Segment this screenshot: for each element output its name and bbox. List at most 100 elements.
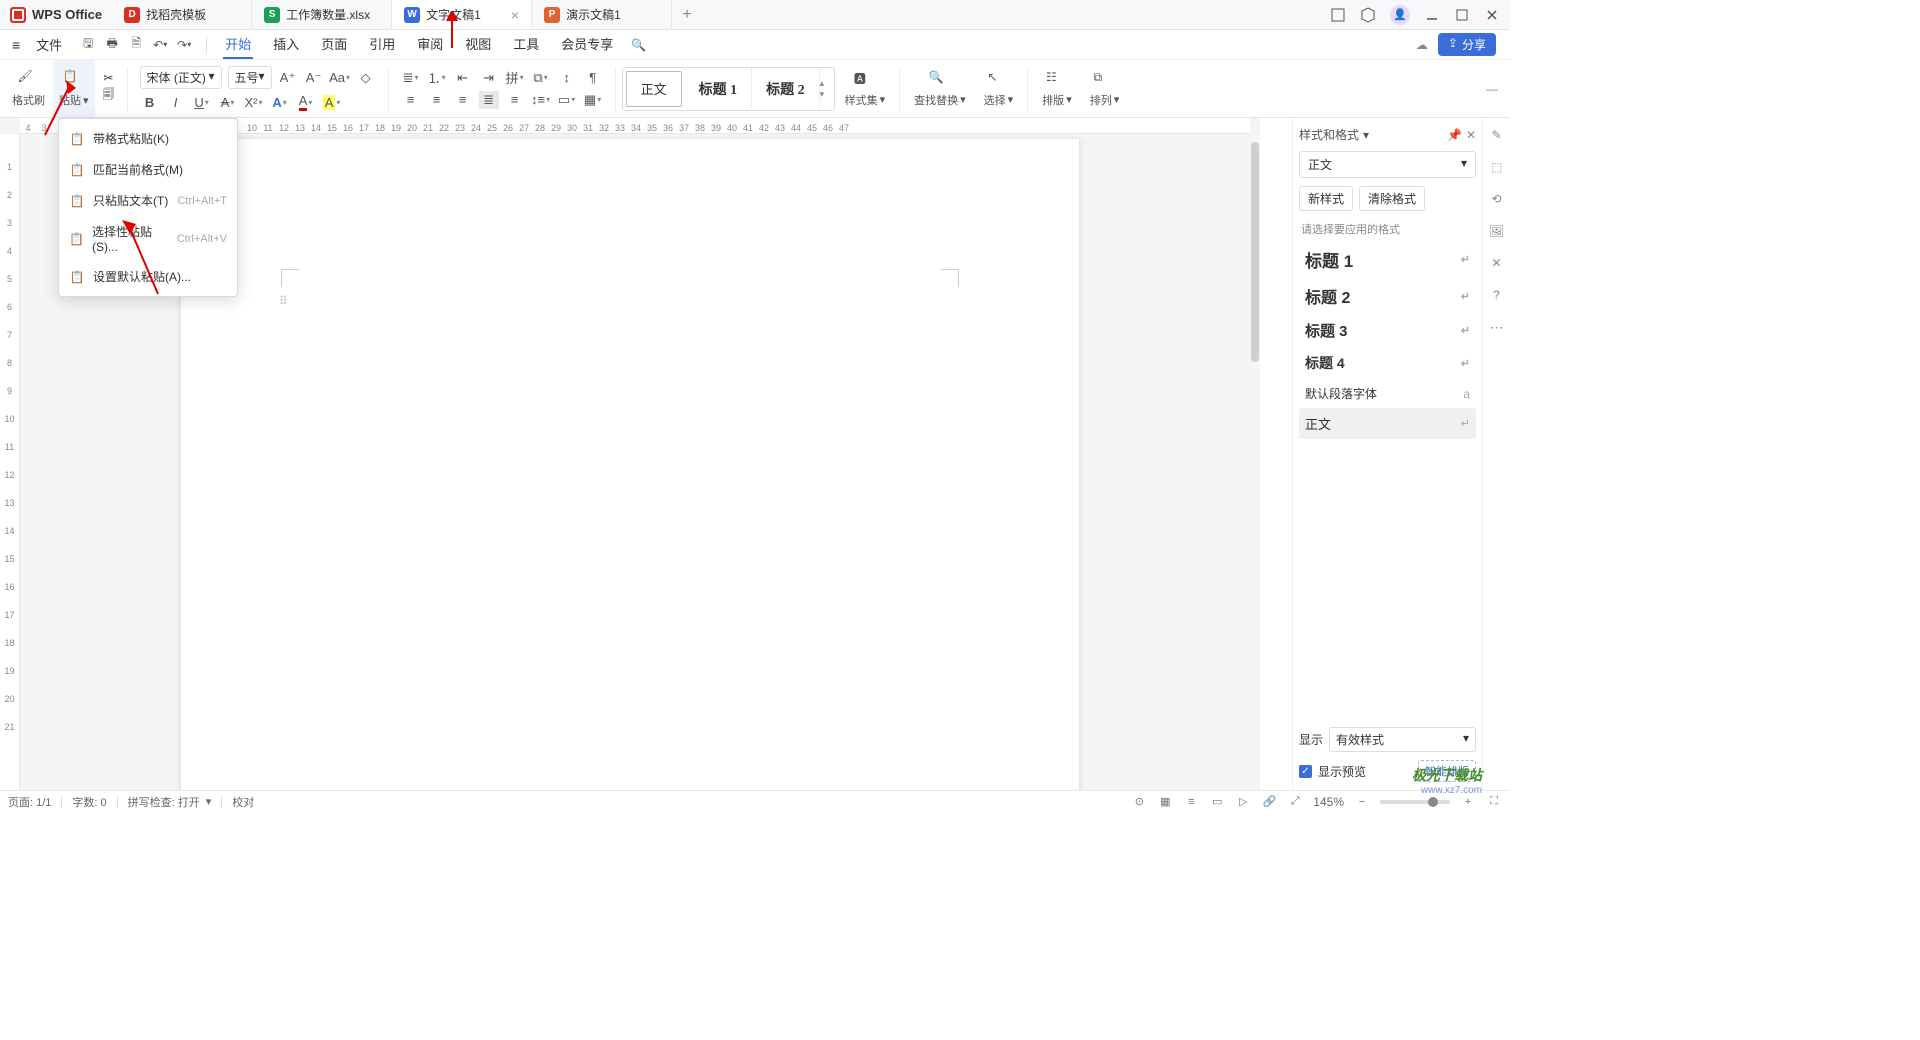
cut-icon[interactable]: ✂ (104, 71, 114, 85)
close-icon[interactable]: ✕ (1466, 128, 1476, 142)
align-justify-icon[interactable]: ≣ (479, 91, 499, 109)
pin-icon[interactable]: 📌 (1447, 128, 1462, 142)
zoom-level[interactable]: 145% (1313, 795, 1344, 809)
cube-icon[interactable] (1360, 7, 1376, 23)
style-item-h3[interactable]: 标题 3↵ (1299, 314, 1476, 347)
proofing[interactable]: 校对 (232, 794, 254, 810)
tab-reference[interactable]: 引用 (367, 30, 397, 59)
minimize-icon[interactable] (1424, 7, 1440, 23)
bold-icon[interactable]: B (140, 93, 160, 111)
align-right-icon[interactable]: ≡ (453, 91, 473, 109)
preview-icon[interactable]: 🗎 (128, 37, 144, 53)
settings-icon[interactable]: ⟲ (1488, 190, 1506, 208)
show-filter-combo[interactable]: 有效样式▾ (1329, 727, 1476, 752)
page-indicator[interactable]: 页面: 1/1 (8, 794, 51, 810)
tab-member[interactable]: 会员专享 (559, 30, 615, 59)
format-painter-group[interactable]: 🖌 格式刷 (6, 60, 51, 117)
image-icon[interactable]: 🖼 (1488, 222, 1506, 240)
distribute-icon[interactable]: ≡ (505, 91, 525, 109)
highlight-icon[interactable]: A▾ (322, 93, 342, 111)
link-icon[interactable]: 🔗 (1261, 794, 1277, 810)
collapse-ribbon-icon[interactable]: — (1486, 82, 1504, 96)
close-icon[interactable]: × (511, 7, 519, 23)
avatar-icon[interactable]: 👤 (1390, 5, 1410, 25)
file-menu[interactable]: 文件 (28, 35, 70, 54)
paste-split-button[interactable]: 📋 粘贴 ▾ (53, 60, 95, 117)
zoom-fit-icon[interactable]: ⤢ (1287, 794, 1303, 810)
paste-default[interactable]: 📋设置默认粘贴(A)... (59, 261, 237, 292)
layout-button[interactable]: ☷ 排版 ▾ (1034, 68, 1080, 110)
superscript-icon[interactable]: X²▾ (244, 93, 264, 111)
italic-icon[interactable]: I (166, 93, 186, 111)
find-replace-button[interactable]: 🔍 查找替换 ▾ (906, 68, 974, 110)
style-body[interactable]: 正文 (626, 71, 682, 107)
change-case-icon[interactable]: Aa▾ (330, 69, 350, 87)
show-marks-icon[interactable]: ¶ (583, 69, 603, 87)
paste-match-format[interactable]: 📋匹配当前格式(M) (59, 154, 237, 185)
grow-font-icon[interactable]: A⁺ (278, 69, 298, 87)
view-outline-icon[interactable]: ≡ (1183, 794, 1199, 810)
word-count[interactable]: 字数: 0 (72, 794, 106, 810)
cloud-icon[interactable]: ☁ (1416, 38, 1428, 52)
sort-icon[interactable]: ↕ (557, 69, 577, 87)
shading-icon[interactable]: ▭▾ (557, 91, 577, 109)
focus-mode-icon[interactable]: ⊙ (1131, 794, 1147, 810)
help-icon[interactable]: ? (1488, 286, 1506, 304)
style-gallery[interactable]: 正文 标题 1 标题 2 ▴▾ (622, 67, 835, 111)
bullets-icon[interactable]: ≣▾ (401, 69, 421, 87)
preview-checkbox[interactable]: ✓ (1299, 765, 1312, 778)
zoom-slider[interactable] (1380, 800, 1450, 804)
styleset-button[interactable]: 🅰 样式集 ▾ (837, 68, 894, 110)
page[interactable]: ⠿ (180, 138, 1080, 790)
borders-icon[interactable]: ▦▾ (583, 91, 603, 109)
print-icon[interactable]: 🖶 (104, 37, 120, 53)
pencil-icon[interactable]: ✎ (1488, 126, 1506, 144)
tab-presentation[interactable]: P 演示文稿1 (532, 0, 672, 29)
tab-insert[interactable]: 插入 (271, 30, 301, 59)
vertical-ruler[interactable]: 123456789101112131415161718192021 (0, 134, 20, 790)
phonetic-icon[interactable]: 拼▾ (505, 69, 525, 87)
text-effect-icon[interactable]: A▾ (270, 93, 290, 111)
tab-page[interactable]: 页面 (319, 30, 349, 59)
tab-writer[interactable]: W 文字文稿1 × (392, 0, 532, 29)
clear-format-icon[interactable]: ◇ (356, 69, 376, 87)
tab-xlsx[interactable]: S 工作簿数量.xlsx (252, 0, 392, 29)
char-border-icon[interactable]: ⧉▾ (531, 69, 551, 87)
arrange-button[interactable]: ⧉ 排列 ▾ (1082, 68, 1128, 110)
line-spacing-icon[interactable]: ↕≡▾ (531, 91, 551, 109)
style-item-body[interactable]: 正文↵ (1299, 408, 1476, 439)
shrink-font-icon[interactable]: A⁻ (304, 69, 324, 87)
selection-icon[interactable]: ⬚ (1488, 158, 1506, 176)
tab-view[interactable]: 视图 (463, 30, 493, 59)
font-color-icon[interactable]: A▾ (296, 93, 316, 111)
tools-icon[interactable]: ✕ (1488, 254, 1506, 272)
increase-indent-icon[interactable]: ⇥ (479, 69, 499, 87)
clear-format-button[interactable]: 清除格式 (1359, 186, 1425, 211)
style-h2[interactable]: 标题 2 (752, 68, 820, 110)
align-left-icon[interactable]: ≡ (401, 91, 421, 109)
zoom-out-icon[interactable]: − (1354, 794, 1370, 810)
style-item-h4[interactable]: 标题 4↵ (1299, 347, 1476, 379)
numbering-icon[interactable]: ⒈▾ (427, 69, 447, 87)
tab-templates[interactable]: D 找稻壳模板 (112, 0, 252, 29)
close-window-icon[interactable] (1484, 7, 1500, 23)
current-style-combo[interactable]: 正文▾ (1299, 151, 1476, 178)
vertical-scrollbar[interactable] (1250, 134, 1260, 790)
decrease-indent-icon[interactable]: ⇤ (453, 69, 473, 87)
tab-tools[interactable]: 工具 (511, 30, 541, 59)
gallery-more-icon[interactable]: ▴▾ (820, 68, 834, 110)
share-button[interactable]: ⇪ 分享 (1438, 33, 1496, 56)
paste-text-only[interactable]: 📋只粘贴文本(T)Ctrl+Alt+T (59, 185, 237, 216)
scroll-thumb[interactable] (1251, 142, 1259, 362)
zoom-in-icon[interactable]: + (1460, 794, 1476, 810)
more-icon[interactable]: ⋯ (1488, 318, 1506, 336)
smart-layout-button[interactable]: 智能排版 (1418, 760, 1476, 782)
tab-home[interactable]: 开始 (223, 30, 253, 59)
view-print-icon[interactable]: ▦ (1157, 794, 1173, 810)
style-item-h1[interactable]: 标题 1↵ (1299, 241, 1476, 278)
new-tab-button[interactable]: + (672, 6, 702, 24)
view-web-icon[interactable]: ▭ (1209, 794, 1225, 810)
fullscreen-icon[interactable]: ⛶ (1486, 794, 1502, 810)
paste-keep-format[interactable]: 📋带格式粘贴(K) (59, 123, 237, 154)
underline-icon[interactable]: U▾ (192, 93, 212, 111)
